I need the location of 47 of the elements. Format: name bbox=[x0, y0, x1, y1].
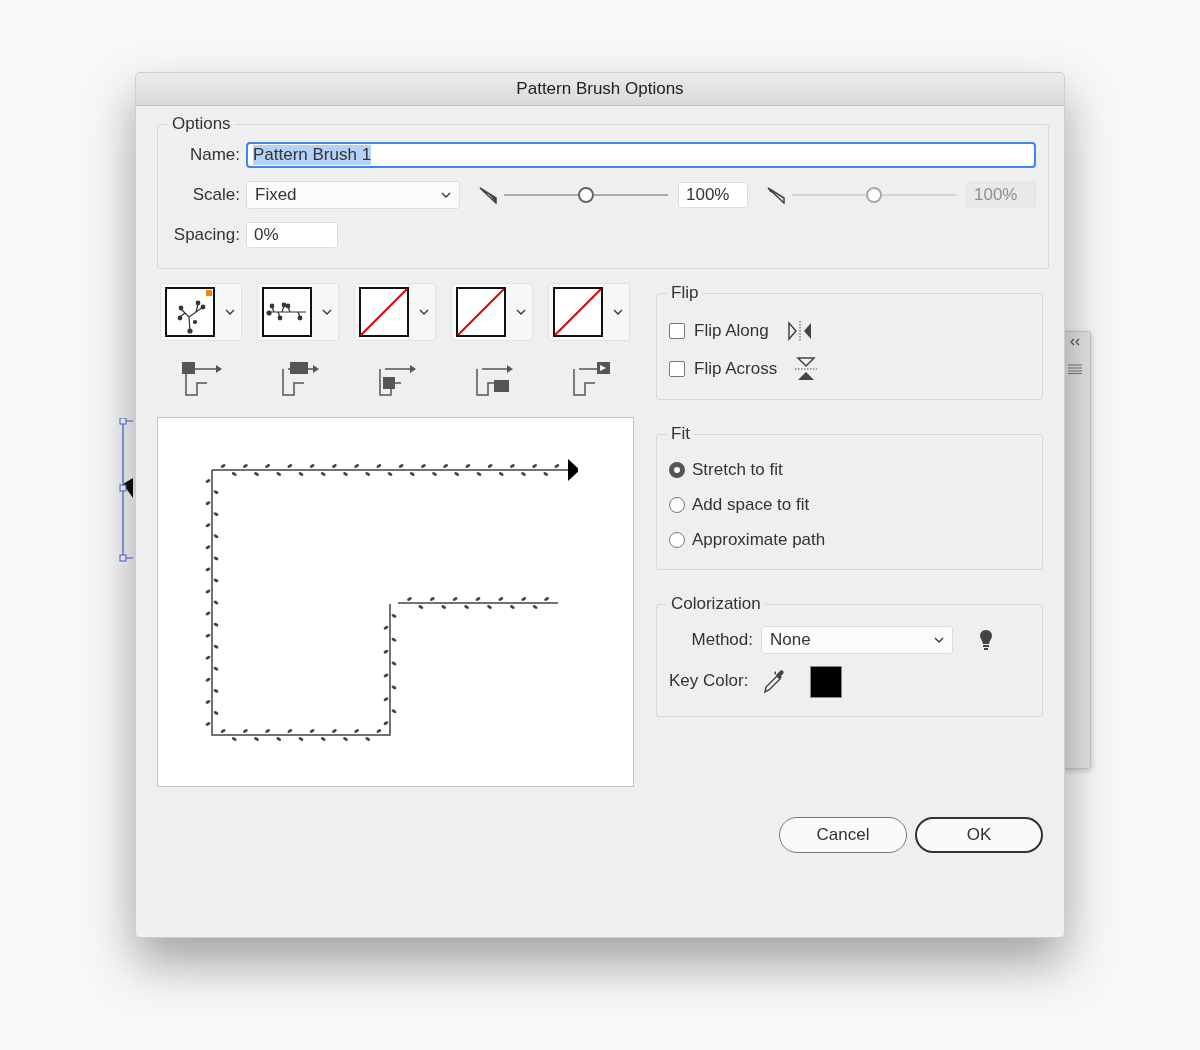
ok-button[interactable]: OK bbox=[915, 817, 1043, 853]
group-title: Flip bbox=[670, 283, 700, 303]
collapse-icon[interactable] bbox=[1070, 338, 1080, 346]
scale-min-icon bbox=[478, 186, 498, 204]
chevron-icon bbox=[441, 192, 451, 198]
radio-button[interactable] bbox=[669, 532, 685, 548]
chevron-icon bbox=[516, 309, 526, 315]
radio-button[interactable] bbox=[669, 497, 685, 513]
chevron-icon bbox=[934, 637, 944, 643]
radio-button[interactable] bbox=[669, 462, 685, 478]
field-label: Name: bbox=[188, 145, 240, 165]
field-label: Method: bbox=[690, 630, 753, 650]
radio-label: Stretch to fit bbox=[692, 460, 783, 480]
chevron-icon bbox=[613, 309, 623, 315]
group-title: Options bbox=[171, 114, 232, 134]
checkbox[interactable] bbox=[669, 361, 685, 377]
slider-thumb[interactable] bbox=[578, 187, 594, 203]
tile-picker[interactable] bbox=[354, 283, 436, 341]
tile-picker[interactable] bbox=[257, 283, 339, 341]
chevron-icon bbox=[322, 309, 332, 315]
checkbox-label: Flip Across bbox=[694, 359, 778, 379]
tile-picker[interactable] bbox=[548, 283, 630, 341]
checkbox-label: Flip Along bbox=[694, 321, 769, 341]
spacing-field[interactable]: 0% bbox=[246, 222, 338, 248]
field-label: Key Color: bbox=[669, 671, 749, 691]
field-label: Scale: bbox=[191, 185, 240, 205]
chevron-icon bbox=[225, 309, 235, 315]
checkbox[interactable] bbox=[669, 323, 685, 339]
scale-field[interactable]: 100% bbox=[678, 182, 748, 208]
menu-icon[interactable] bbox=[1068, 364, 1082, 374]
scale-dropdown[interactable]: Fixed bbox=[246, 181, 460, 209]
chevron-icon bbox=[419, 309, 429, 315]
cancel-button[interactable]: Cancel bbox=[779, 817, 907, 853]
tile-picker[interactable] bbox=[451, 283, 533, 341]
group-title: Fit bbox=[670, 424, 691, 444]
lightbulb-icon[interactable] bbox=[979, 629, 993, 651]
radio-label: Add space to fit bbox=[692, 495, 810, 515]
key-color-swatch[interactable] bbox=[810, 666, 843, 698]
window-title: Pattern Brush Options bbox=[516, 79, 684, 99]
name-field[interactable]: Pattern Brush 1 bbox=[246, 142, 1036, 168]
method-dropdown[interactable]: None bbox=[761, 626, 953, 654]
radio-label: Approximate path bbox=[692, 530, 826, 550]
outer-corner-tile-icon bbox=[181, 361, 223, 397]
scale-max-icon bbox=[766, 186, 786, 204]
group-title: Colorization bbox=[670, 594, 762, 614]
field-label: Spacing: bbox=[172, 225, 240, 245]
tile-picker[interactable] bbox=[160, 283, 242, 341]
